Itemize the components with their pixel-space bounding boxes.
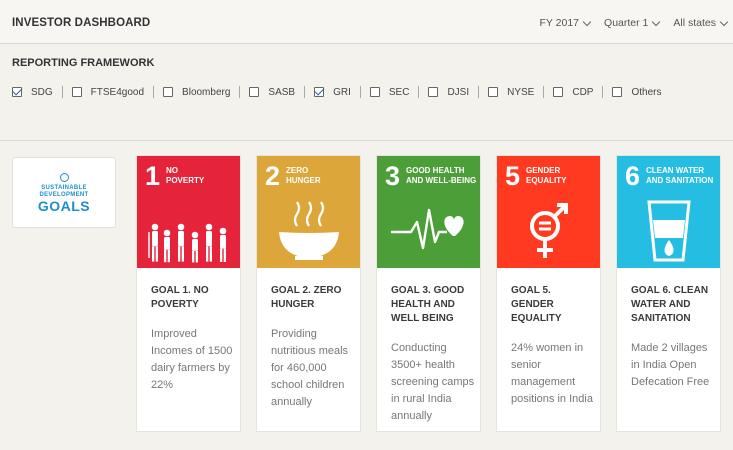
top-bar: INVESTOR DASHBOARD FY 2017 Quarter 1 All… [0,0,733,44]
goal-number: 2 [265,161,281,191]
goal-card-3[interactable]: 3 GOOD HEALTH AND WELL-BEING GOAL 3. GOO… [376,155,481,432]
framework-separator [304,86,306,98]
framework-checkbox-others[interactable]: Others [612,87,661,98]
goal-number: 3 [385,161,401,191]
goal-card-1[interactable]: 1 NO POVERTY GOAL 1. NO POVERTY Improved … [136,155,241,432]
state-dropdown[interactable]: All states [673,17,729,29]
framework-checkbox-cdp[interactable]: CDP [553,87,593,98]
framework-label: SEC [388,86,410,98]
goal-tile: 1 NO POVERTY [137,156,240,268]
framework-checkbox-ftse4good[interactable]: FTSE4good [71,86,145,98]
framework-checkbox-sasb[interactable]: SASB [249,87,295,98]
framework-label: Others [631,86,662,98]
goal-tile-name: NO POVERTY [166,166,205,185]
goal-card-6[interactable]: 6 CLEAN WATER AND SANITATION GOAL 6. CLE… [616,155,721,432]
quarter-label: Quarter 1 [604,17,649,29]
framework-checkbox-gri[interactable]: GRI [314,87,351,98]
checkbox-unchecked-icon[interactable] [163,87,174,97]
framework-label: GRI [333,86,351,98]
goal-description: 24% women in senior management positions… [511,342,593,405]
heartbeat-icon [391,208,464,250]
bowl-icon [279,201,339,260]
goal-number: 5 [505,161,521,191]
framework-separator [478,86,480,98]
framework-label: NYSE [507,86,535,98]
framework-label: CDP [572,86,594,98]
framework-checkbox-row: SDG FTSE4good Bloomberg SASB GRI SEC DJSI NYSE C… [12,86,661,98]
logo-line-1: SUSTAINABLE [41,184,87,191]
checkbox-unchecked-icon[interactable] [249,87,260,97]
goal-description: Made 2 villages in India Open Defecation… [631,342,710,388]
fiscal-year-label: FY 2017 [539,17,580,29]
goal-title: GOAL 2. ZERO HUNGER [271,285,342,310]
goal-tile-name: GENDER EQUALITY [526,166,567,185]
goal-tile-name: ZERO HUNGER [286,166,321,185]
quarter-dropdown[interactable]: Quarter 1 [604,17,661,29]
goal-description: Improved Incomes of 1500 dairy farmers b… [151,328,233,391]
framework-separator [602,86,604,98]
framework-checkbox-bloomberg[interactable]: Bloomberg [163,87,230,98]
goal-tile: 6 CLEAN WATER AND SANITATION [617,156,720,268]
framework-separator [239,86,241,98]
framework-separator [543,86,545,98]
fiscal-year-dropdown[interactable]: FY 2017 [539,17,592,29]
goal-title: GOAL 1. NO POVERTY [151,285,209,310]
framework-label: SDG [31,86,53,98]
goal-description: Conducting 3500+ health screening camps … [391,342,475,422]
logo-line-3: GOALS [37,197,91,214]
chevron-down-icon [582,17,592,26]
framework-separator [359,86,361,98]
checkbox-unchecked-icon[interactable] [369,87,380,97]
checkbox-unchecked-icon[interactable] [428,87,439,97]
goal-number: 1 [145,161,161,191]
page-title: INVESTOR DASHBOARD [12,17,151,29]
filter-bar: FY 2017 Quarter 1 All states [539,17,729,29]
framework-checkbox-sdg[interactable]: SDG [12,87,53,98]
goal-tile: 2 ZERO HUNGER [257,156,360,268]
framework-separator [153,86,155,98]
framework-label: Bloomberg [182,86,231,98]
water-glass-icon [647,200,691,262]
gender-equality-icon [530,203,568,258]
framework-checkbox-nyse[interactable]: NYSE [488,87,534,98]
checkbox-checked-icon[interactable] [12,87,22,97]
checkbox-unchecked-icon[interactable] [71,87,82,97]
goal-card-2[interactable]: 2 ZERO HUNGER GOAL 2. ZERO HUNGER Providi… [256,155,361,432]
checkbox-unchecked-icon[interactable] [553,87,564,97]
state-label: All states [673,17,716,29]
un-globe-icon [59,172,69,182]
framework-checkbox-djsi[interactable]: DJSI [428,87,469,98]
goal-tile-name: GOOD HEALTH AND WELL-BEING [406,166,477,185]
goal-title: GOAL 3. GOOD HEALTH AND WELL BEING [391,285,465,324]
chevron-down-icon [652,17,661,26]
chevron-down-icon [719,17,729,26]
goal-title: GOAL 5. GENDER EQUALITY [511,285,562,324]
goal-tile: 5 GENDER EQUALITY [497,156,600,268]
framework-label: SASB [268,86,296,98]
goal-tile-name: CLEAN WATER AND SANITATION [646,166,714,185]
framework-label: FTSE4good [90,86,145,98]
reporting-framework-heading: REPORTING FRAMEWORK [12,57,155,69]
goal-number: 6 [625,161,641,191]
goal-description: Providing nutritious meals for 460,000 s… [271,328,349,408]
framework-separator [61,86,63,98]
framework-checkbox-sec[interactable]: SEC [369,86,410,98]
goal-tile: 3 GOOD HEALTH AND WELL-BEING [377,156,480,268]
checkbox-checked-icon[interactable] [314,87,325,97]
sdg-logo: SUSTAINABLE DEVELOPMENT GOALS [12,157,116,228]
goal-card-5[interactable]: 5 GENDER EQUALITY GOAL 5. GENDER EQUALIT… [496,155,601,432]
checkbox-unchecked-icon[interactable] [612,87,623,97]
section-divider [0,140,733,141]
checkbox-unchecked-icon[interactable] [488,87,499,97]
framework-separator [418,86,420,98]
goal-title: GOAL 6. CLEAN WATER AND SANITATION [631,285,709,324]
framework-label: DJSI [447,86,470,98]
family-icon [148,223,227,263]
